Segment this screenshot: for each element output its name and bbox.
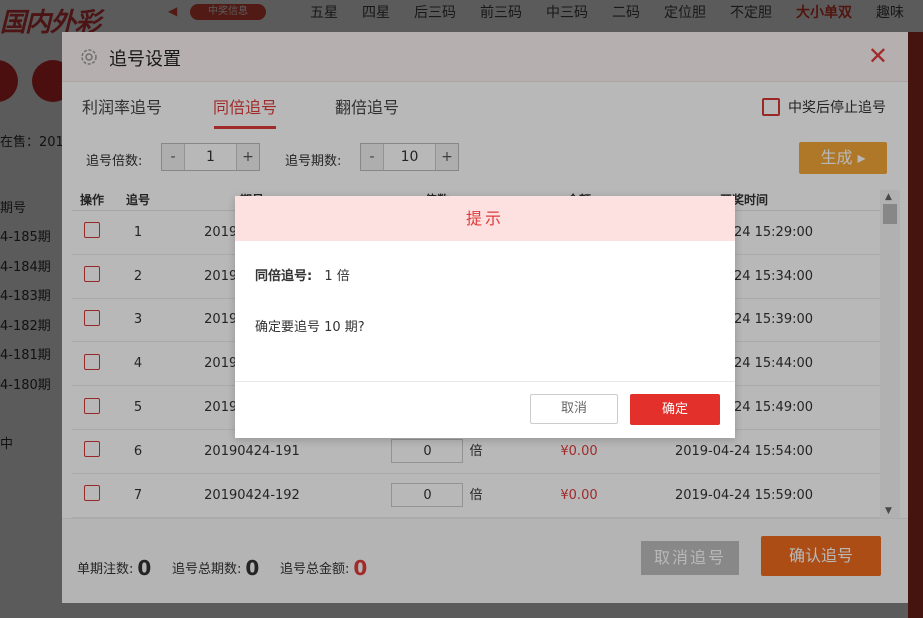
dialog-message: 确定要追号 10 期?: [255, 320, 365, 335]
dialog-divider: [235, 381, 735, 382]
confirm-dialog: 提示 同倍追号: 1 倍 确定要追号 10 期? 取消 确定: [235, 196, 735, 438]
dialog-multiple-label: 同倍追号:: [255, 269, 313, 284]
dialog-title: 提示: [235, 196, 735, 241]
dialog-cancel-button[interactable]: 取消: [530, 394, 618, 424]
dialog-ok-button[interactable]: 确定: [630, 394, 720, 425]
dialog-multiple-line: 同倍追号: 1 倍: [255, 265, 350, 284]
dialog-multiple-value: 1 倍: [324, 269, 350, 284]
